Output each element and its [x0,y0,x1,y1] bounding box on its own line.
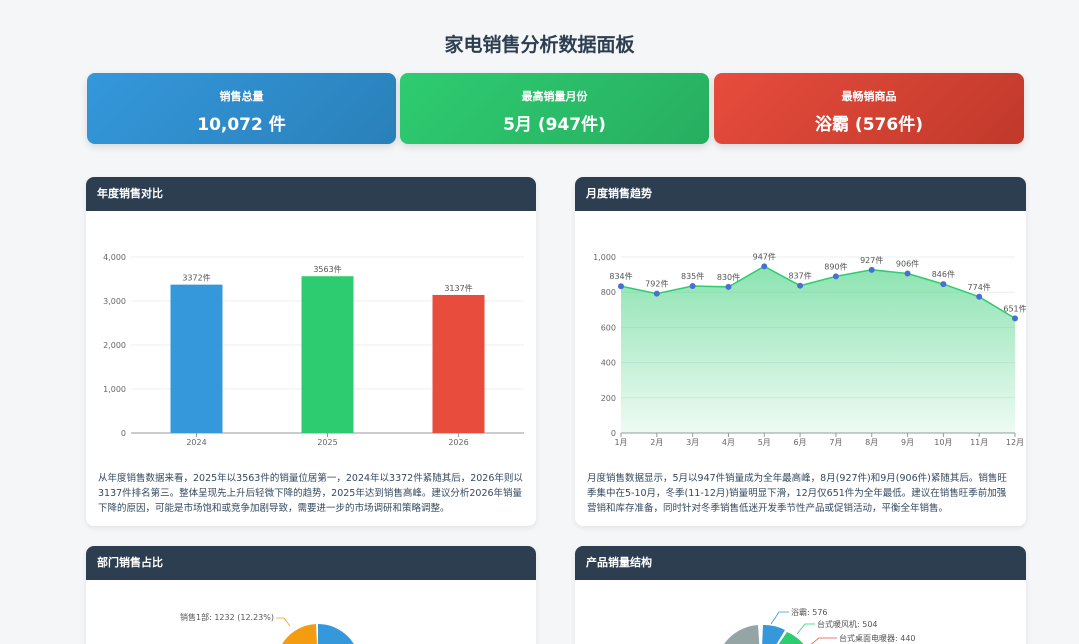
x-tick-label: 10月 [934,438,952,447]
monthly-description: 月度销售数据显示，5月以947件销量成为全年最高峰，8月(927件)和9月(90… [587,473,1007,514]
kpi-value: 5月 (947件) [503,115,606,135]
card-title: 年度销售对比 [86,177,536,211]
kpi-top-month: 最高销量月份 5月 (947件) [400,73,709,144]
y-tick-label: 0 [121,429,126,438]
point-data-label: 830件 [717,272,740,282]
pie-slice-orange [282,624,317,644]
kpi-total-sales: 销售总量 10,072 件 [87,73,396,144]
data-point [618,283,624,290]
bar-data-label: 3137件 [444,283,472,293]
x-tick-label: 7月 [829,438,842,447]
kpi-top-product: 最畅销商品 浴霸 (576件) [714,73,1024,144]
department-pie-chart: 销售1部: 1232 (12.23%) [180,612,354,644]
x-tick-label: 2026 [448,438,468,447]
pie-label-line [276,617,291,627]
data-point [976,293,983,300]
x-tick-label: 2024 [186,438,206,447]
point-data-label: 890件 [824,261,847,271]
kpi-label: 销售总量 [219,90,264,103]
x-tick-label: 9月 [901,438,914,447]
x-tick-label: 12月 [1006,438,1024,447]
data-point [761,263,768,270]
data-point [689,283,696,290]
y-tick-label: 3,000 [103,297,126,306]
card-title: 月度销售趋势 [575,177,1026,211]
data-point [725,283,732,290]
y-tick-label: 2,000 [103,341,126,350]
data-point [1012,315,1018,322]
pie-label: 台式桌面电暖器: 440 [839,633,916,643]
pie-label-line [796,623,815,635]
pie-label-line [770,611,789,625]
data-point [653,290,660,297]
pie-label: 台式暖风机: 504 [817,619,878,629]
data-point [940,281,947,288]
data-point [832,273,839,280]
pie-label: 浴霸: 576 [791,607,828,617]
pie-slice-blue [318,624,354,644]
point-data-label: 834件 [609,271,632,281]
y-tick-label: 1,000 [103,385,126,394]
monthly-trend-card: 月度销售趋势 0 200 400 600 800 1,000 834件 1月 792件 2月 835… [575,177,1026,526]
x-tick-label: 8月 [865,438,878,447]
y-tick-label: 4,000 [103,253,126,262]
y-tick-label: 1,000 [593,253,616,262]
bar [170,284,223,433]
kpi-value: 浴霸 (576件) [815,115,923,135]
point-data-label: 835件 [681,271,704,281]
point-data-label: 947件 [753,251,776,261]
card-title: 部门销售占比 [86,546,536,580]
pie-label: 销售1部: 1232 (12.23%) [180,612,274,622]
x-tick-label: 2025 [317,438,337,447]
pie-label-line [810,637,837,644]
point-data-label: 792件 [645,279,668,289]
point-data-label: 651件 [1003,303,1026,313]
y-tick-label: 600 [601,323,616,332]
bar [301,276,354,433]
data-point [904,270,911,277]
x-tick-label: 5月 [758,438,771,447]
yearly-sales-card: 年度销售对比 0 1,000 2,000 3,000 4,000 3372件 2024 356… [86,177,536,526]
point-data-label: 846件 [932,269,955,279]
kpi-value: 10,072 件 [197,115,286,135]
x-tick-label: 2月 [650,438,663,447]
kpi-label: 最高销量月份 [521,90,588,103]
point-data-label: 837件 [788,271,811,281]
y-tick-label: 0 [611,429,616,438]
yearly-description: 从年度销售数据来看，2025年以3563件的销量位居第一，2024年以3372件… [98,473,523,514]
card-title: 产品销量结构 [575,546,1026,580]
point-data-label: 927件 [860,255,883,265]
y-tick-label: 800 [601,288,616,297]
bar-data-label: 3372件 [182,273,210,283]
bar-data-label: 3563件 [313,264,341,274]
x-tick-label: 1月 [614,438,627,447]
y-tick-label: 400 [601,359,616,368]
pie-slice-gray [724,625,760,644]
data-point [797,282,804,289]
point-data-label: 906件 [896,259,919,269]
area-fill [621,266,1015,433]
product-pie-chart: 浴霸: 576 台式暖风机: 504 台式桌面电暖器: 440 [724,607,916,644]
monthly-area-chart: 0 200 400 600 800 1,000 834件 1月 792件 2月 835件 3月 830件… [593,251,1026,447]
bar [432,294,485,433]
point-data-label: 774件 [968,282,991,292]
data-point [868,266,875,273]
yearly-bar-chart: 0 1,000 2,000 3,000 4,000 3372件 2024 3563件 2025 3… [103,253,524,447]
product-structure-card: 产品销量结构 浴霸: 576 台式暖风机: 504 台式桌面电暖器: 440 [575,546,1026,644]
x-tick-label: 3月 [686,438,699,447]
x-tick-label: 4月 [722,438,735,447]
department-share-card: 部门销售占比 销售1部: 1232 (12.23%) [86,546,536,644]
y-tick-label: 200 [601,394,616,403]
x-tick-label: 6月 [794,438,807,447]
x-tick-label: 11月 [970,438,988,447]
kpi-label: 最畅销商品 [841,90,897,103]
page-title: 家电销售分析数据面板 [444,34,635,56]
